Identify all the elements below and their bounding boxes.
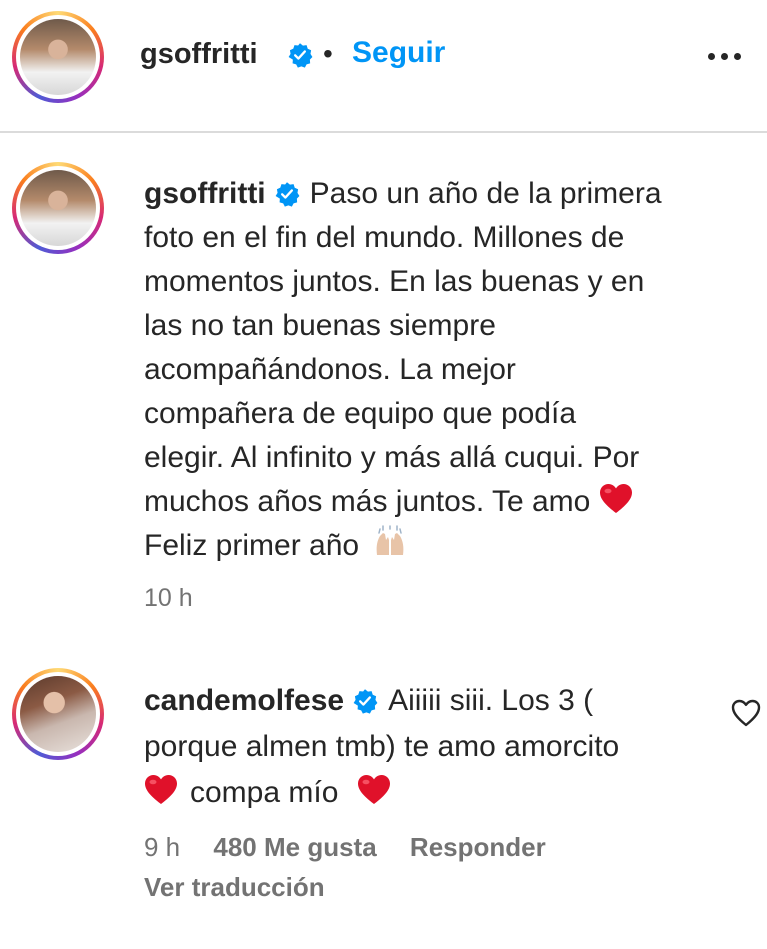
separator-dot: • — [323, 38, 333, 69]
caption-avatar[interactable] — [12, 162, 104, 254]
comment-text-line: Aiiiii siii. Los 3 ( — [388, 684, 594, 717]
more-options-icon[interactable] — [700, 40, 750, 70]
verified-badge-icon — [353, 689, 378, 714]
red-heart-icon — [357, 775, 390, 804]
caption-text-line: acompañándonos. La mejor — [144, 353, 516, 386]
caption-text-line: elegir. Al infinito y más allá cuqui. Po… — [144, 441, 640, 474]
comment-text-line: compa mío — [190, 776, 339, 809]
divider — [0, 131, 767, 133]
comment-text-line: porque almen tmb) te amo amorcito — [144, 730, 620, 763]
caption-text-line: momentos juntos. En las buenas y en — [144, 265, 645, 298]
header-username[interactable]: gsoffritti — [140, 38, 258, 71]
comment-avatar[interactable] — [12, 668, 104, 760]
post-caption: gsoffritti Paso un año de la primera fot… — [144, 172, 744, 620]
avatar-photo — [20, 170, 96, 246]
caption-timestamp[interactable]: 10 h — [144, 576, 744, 620]
caption-text-line: Feliz primer año — [144, 529, 360, 562]
comment-meta-row: 9 h 480 Me gusta Responder — [144, 832, 572, 863]
comment-likes-count[interactable]: 480 Me gusta — [213, 832, 376, 862]
caption-text-line: Paso un año de la primera — [309, 177, 662, 210]
caption-text-line: foto en el fin del mundo. Millones de — [144, 221, 625, 254]
red-heart-icon — [145, 775, 177, 804]
reply-button[interactable]: Responder — [410, 832, 546, 862]
follow-button[interactable]: Seguir — [352, 36, 445, 70]
comment-item: candemolfese Aiiiii siii. Los 3 ( porque… — [144, 678, 704, 816]
see-translation-link[interactable]: Ver traducción — [144, 872, 325, 903]
verified-badge-icon — [288, 43, 313, 68]
caption-text-line: las no tan buenas siempre — [144, 309, 496, 342]
caption-username[interactable]: gsoffritti — [144, 177, 266, 210]
like-heart-icon[interactable] — [730, 698, 762, 728]
comment-timestamp[interactable]: 9 h — [144, 832, 180, 862]
red-heart-icon — [599, 484, 632, 513]
avatar-photo — [20, 19, 96, 95]
comment-username[interactable]: candemolfese — [144, 684, 344, 717]
avatar-photo — [20, 676, 96, 752]
header-avatar[interactable] — [12, 11, 104, 103]
caption-text-line: compañera de equipo que podía — [144, 397, 577, 430]
raising-hands-icon — [377, 525, 404, 555]
verified-badge-icon — [275, 182, 300, 207]
caption-text-line: muchos años más juntos. Te amo — [144, 485, 591, 518]
